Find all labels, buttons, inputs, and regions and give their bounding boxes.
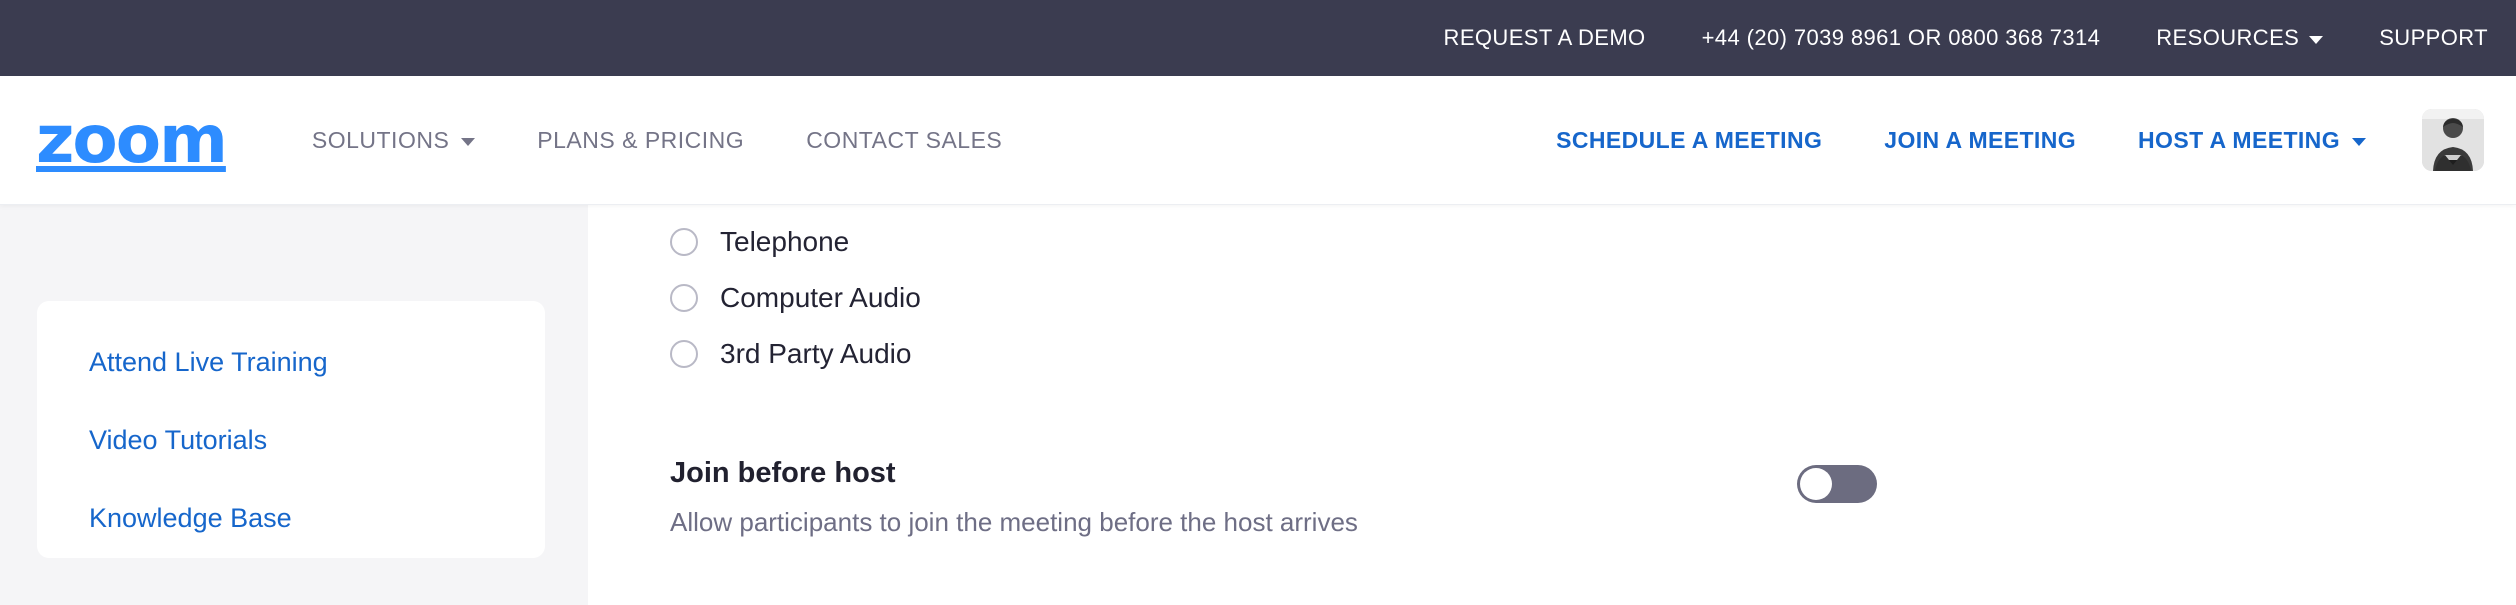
join-before-host-toggle[interactable] xyxy=(1797,465,1877,503)
radio-label: Telephone xyxy=(720,226,850,257)
nav-label: CONTACT SALES xyxy=(806,126,1003,153)
radio-label: 3rd Party Audio xyxy=(720,338,912,369)
nav-label: SCHEDULE A MEETING xyxy=(1556,126,1823,153)
chevron-down-icon xyxy=(2309,36,2324,44)
primary-nav-links: SOLUTIONS PLANS & PRICING CONTACT SALES xyxy=(312,127,1064,154)
setting-join-before-host: Join before host Allow participants to j… xyxy=(670,457,2430,538)
nav-label: PLANS & PRICING xyxy=(537,126,745,153)
account-nav-links: SCHEDULE A MEETING JOIN A MEETING HOST A… xyxy=(1494,109,2484,171)
topbar-label: SUPPORT xyxy=(2379,25,2488,50)
help-resources-card: Attend Live Training Video Tutorials Kno… xyxy=(37,301,545,558)
radio-icon xyxy=(670,284,698,312)
page-body: Attend Live Training Video Tutorials Kno… xyxy=(0,90,2516,605)
nav-item-schedule-a-meeting[interactable]: SCHEDULE A MEETING xyxy=(1556,127,1822,154)
radio-icon xyxy=(670,228,698,256)
nav-label: HOST A MEETING xyxy=(2138,126,2340,153)
topbar-label: RESOURCES xyxy=(2156,25,2300,50)
topbar-item-phone-number[interactable]: +44 (20) 7039 8961 OR 0800 368 7314 xyxy=(1702,25,2101,51)
top-utility-bar: REQUEST A DEMO +44 (20) 7039 8961 OR 080… xyxy=(0,0,2516,76)
sidebar-item-knowledge-base[interactable]: Knowledge Base xyxy=(89,503,493,534)
settings-content: for using non-Zoom audio. Telephone and … xyxy=(588,90,2516,605)
chevron-down-icon xyxy=(2352,138,2366,146)
nav-item-join-a-meeting[interactable]: JOIN A MEETING xyxy=(1884,127,2076,154)
radio-icon xyxy=(670,340,698,368)
nav-item-host-a-meeting[interactable]: HOST A MEETING xyxy=(2138,127,2366,154)
nav-item-contact-sales[interactable]: CONTACT SALES xyxy=(806,127,1002,154)
topbar-label: REQUEST A DEMO xyxy=(1443,25,1646,50)
topbar-label: +44 (20) 7039 8961 OR 0800 368 7314 xyxy=(1701,25,2101,50)
sidebar-panel: Attend Live Training Video Tutorials Kno… xyxy=(0,205,588,605)
topbar-item-resources[interactable]: RESOURCES xyxy=(2156,25,2324,51)
chevron-down-icon xyxy=(461,138,476,146)
nav-item-solutions[interactable]: SOLUTIONS xyxy=(311,126,476,154)
nav-label: JOIN A MEETING xyxy=(1884,126,2077,153)
topbar-item-request-a-demo[interactable]: REQUEST A DEMO xyxy=(1444,25,1646,51)
setting-description: Allow participants to join the meeting b… xyxy=(670,507,1358,537)
main-navigation-bar: zoom SOLUTIONS PLANS & PRICING CONTACT S… xyxy=(0,76,2516,205)
nav-label: SOLUTIONS xyxy=(311,126,450,153)
zoom-logo[interactable]: zoom xyxy=(36,107,228,173)
radio-option-telephone[interactable]: Telephone xyxy=(670,226,849,258)
avatar[interactable] xyxy=(2422,109,2484,171)
nav-item-plans-and-pricing[interactable]: PLANS & PRICING xyxy=(537,127,744,154)
radio-label: Computer Audio xyxy=(720,282,921,313)
sidebar-item-attend-live-training[interactable]: Attend Live Training xyxy=(89,347,493,378)
setting-title: Join before host xyxy=(670,457,896,489)
toggle-knob xyxy=(1800,468,1832,500)
radio-option-3rd-party-audio[interactable]: 3rd Party Audio xyxy=(670,338,911,370)
radio-option-computer-audio[interactable]: Computer Audio xyxy=(670,282,921,314)
topbar-item-support[interactable]: SUPPORT xyxy=(2379,25,2488,51)
sidebar-item-video-tutorials[interactable]: Video Tutorials xyxy=(89,425,493,456)
